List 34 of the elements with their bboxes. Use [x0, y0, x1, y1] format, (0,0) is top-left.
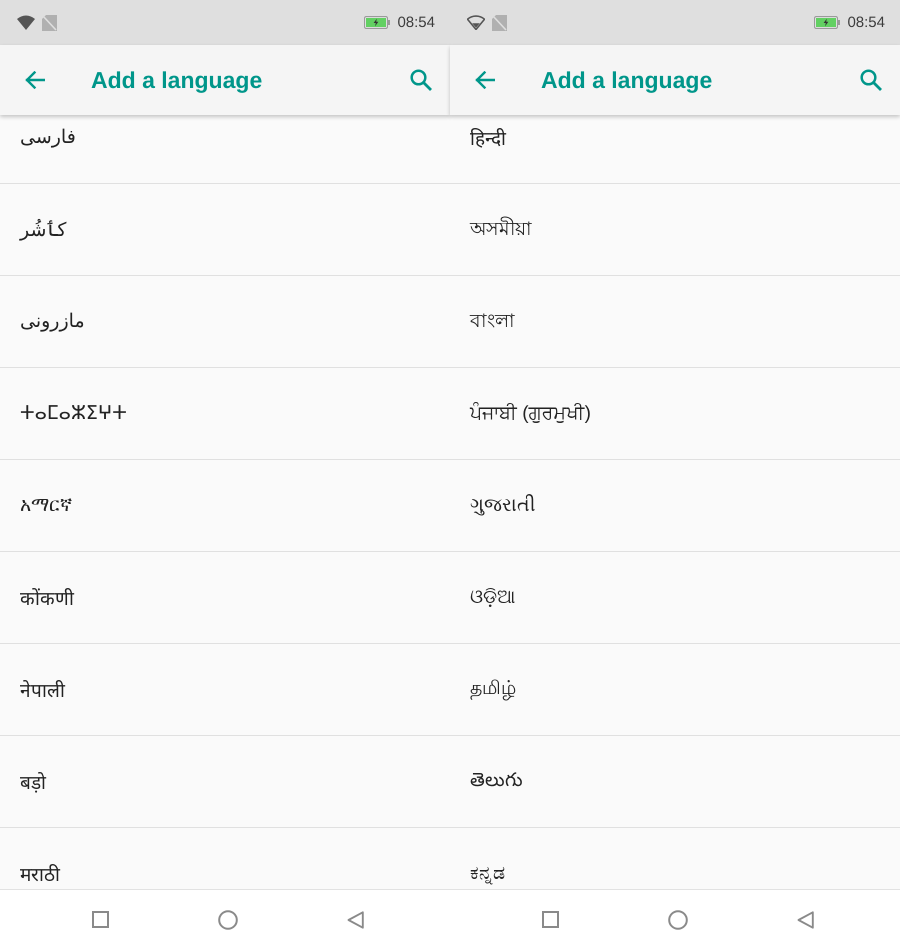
overview-button[interactable]: [542, 911, 559, 928]
search-button[interactable]: [860, 69, 882, 91]
no-sim-icon: [492, 14, 507, 30]
overview-button[interactable]: [92, 911, 109, 928]
status-time: 08:54: [847, 14, 885, 31]
search-icon: [410, 69, 432, 91]
search-button[interactable]: [410, 69, 432, 91]
square-icon: [92, 911, 109, 928]
language-item[interactable]: ଓଡ଼ିଆ: [450, 552, 900, 644]
triangle-icon: [797, 910, 814, 928]
search-icon: [860, 69, 882, 91]
home-button[interactable]: [218, 910, 238, 930]
nav-back-button[interactable]: [347, 910, 364, 928]
no-sim-icon: [42, 14, 57, 30]
back-arrow-icon: [25, 71, 45, 89]
back-button[interactable]: [475, 71, 495, 89]
language-item[interactable]: ગુજરાતી: [450, 460, 900, 552]
back-button[interactable]: [25, 71, 45, 89]
page-title: Add a language: [91, 66, 264, 94]
triangle-icon: [347, 910, 364, 928]
nav-back-button[interactable]: [797, 910, 814, 928]
square-icon: [542, 911, 559, 928]
language-item[interactable]: অসমীয়া: [450, 184, 900, 276]
circle-icon: [668, 910, 688, 930]
status-time: 08:54: [397, 14, 435, 31]
language-item[interactable]: हिन्दी: [450, 115, 900, 184]
circle-icon: [218, 910, 238, 930]
back-arrow-icon: [475, 71, 495, 89]
language-item[interactable]: తెలుగు: [450, 736, 900, 828]
home-button[interactable]: [668, 910, 688, 930]
page-title: Add a language: [541, 66, 714, 94]
language-item[interactable]: বাংলা: [450, 276, 900, 368]
language-item[interactable]: தமிழ்: [450, 644, 900, 736]
language-item[interactable]: ਪੰਜਾਬੀ (ਗੁਰਮੁਖੀ): [450, 368, 900, 460]
